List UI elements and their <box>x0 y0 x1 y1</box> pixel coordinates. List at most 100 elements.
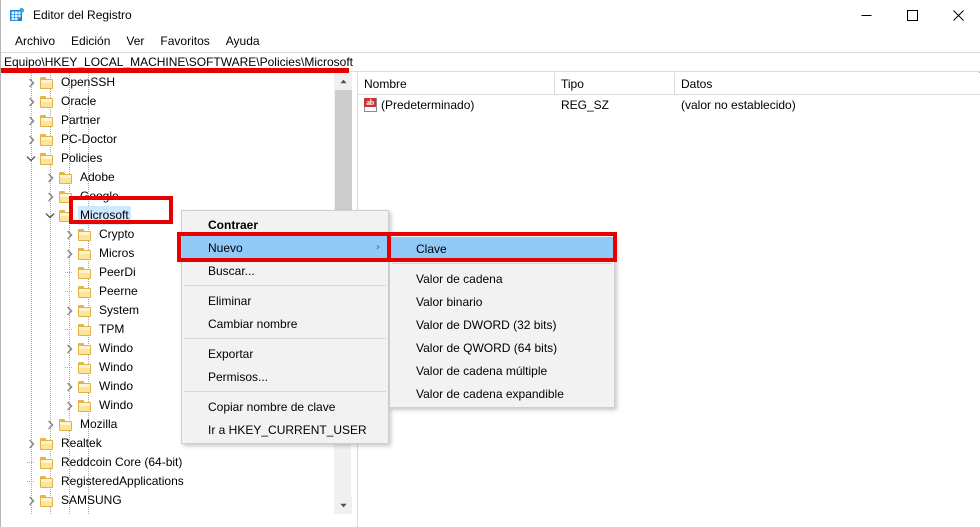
submenu-valor-dword[interactable]: Valor de DWORD (32 bits) <box>390 313 614 336</box>
folder-icon <box>77 379 93 395</box>
chevron-right-icon[interactable] <box>61 244 77 263</box>
menu-archivo[interactable]: Archivo <box>7 31 63 51</box>
ctx-buscar[interactable]: Buscar... <box>182 259 388 282</box>
tree-item-label: Reddcoin Core (64-bit) <box>61 455 183 469</box>
submenu-valor-cadena-multiple[interactable]: Valor de cadena múltiple <box>390 359 614 382</box>
folder-icon <box>39 493 55 509</box>
tree-item-label: RegisteredApplications <box>61 474 184 488</box>
tree-item[interactable]: OpenSSH <box>1 73 335 92</box>
submenu-valor-cadena[interactable]: Valor de cadena <box>390 267 614 290</box>
tree-item-label: Windo <box>99 341 134 355</box>
chevron-right-icon[interactable] <box>61 339 77 358</box>
folder-icon <box>39 436 55 452</box>
scroll-up-button[interactable] <box>335 73 352 90</box>
ctx-eliminar[interactable]: Eliminar <box>182 289 388 312</box>
menu-item-label: Valor binario <box>416 294 483 309</box>
ctx-cambiar-nombre[interactable]: Cambiar nombre <box>182 312 388 335</box>
tree-item[interactable]: Oracle <box>1 92 335 111</box>
ctx-permisos[interactable]: Permisos... <box>182 365 388 388</box>
values-column-header[interactable]: Datos <box>675 73 980 95</box>
tree-item-label: Realtek <box>61 436 102 450</box>
ctx-ir-a-hkcu[interactable]: Ir a HKEY_CURRENT_USER <box>182 418 388 441</box>
submenu-valor-cadena-expandible[interactable]: Valor de cadena expandible <box>390 382 614 405</box>
values-column-header[interactable]: Tipo <box>555 73 675 95</box>
folder-icon <box>39 512 55 514</box>
tree-item-label: Policies <box>61 151 103 165</box>
chevron-right-icon[interactable] <box>42 187 58 206</box>
maximize-button[interactable] <box>889 0 935 30</box>
tree-item[interactable]: Adobe <box>1 168 335 187</box>
tree-leaf-connector <box>61 320 77 339</box>
ctx-nuevo[interactable]: Nuevo › <box>182 236 388 259</box>
tree-leaf-connector <box>61 282 77 301</box>
menu-item-label: Cambiar nombre <box>208 316 298 331</box>
folder-icon <box>58 417 74 433</box>
chevron-right-icon[interactable] <box>61 377 77 396</box>
tree-leaf-connector <box>61 358 77 377</box>
submenu-valor-binario[interactable]: Valor binario <box>390 290 614 313</box>
menu-item-label: Valor de cadena <box>416 271 503 286</box>
submenu-clave[interactable]: Clave <box>390 237 614 260</box>
tree-item[interactable]: SAMSUNG <box>1 491 335 510</box>
tree-item-label: SAMSUNG <box>61 493 122 507</box>
ctx-contraer[interactable]: Contraer <box>182 213 388 236</box>
folder-icon <box>77 322 93 338</box>
chevron-right-icon[interactable] <box>61 225 77 244</box>
values-row[interactable]: ab (Predeterminado) REG_SZ (valor no establ… <box>358 95 980 115</box>
menu-item-label: Valor de cadena múltiple <box>416 363 548 378</box>
ctx-copiar-nombre-clave[interactable]: Copiar nombre de clave <box>182 395 388 418</box>
menu-item-label: Valor de DWORD (32 bits) <box>416 317 557 332</box>
chevron-right-icon[interactable] <box>23 491 39 510</box>
menu-ayuda[interactable]: Ayuda <box>218 31 268 51</box>
tree-item[interactable]: Reddcoin Core (64-bit) <box>1 453 335 472</box>
scroll-down-button[interactable] <box>335 497 352 514</box>
chevron-right-icon[interactable] <box>42 415 58 434</box>
tree-item-label: Micros <box>99 246 135 260</box>
tree-item-label: System <box>99 303 140 317</box>
tree-item-label: PC-Doctor <box>61 132 118 146</box>
ab-string-icon: ab <box>364 97 378 113</box>
submenu-valor-qword[interactable]: Valor de QWORD (64 bits) <box>390 336 614 359</box>
chevron-right-icon[interactable] <box>61 301 77 320</box>
tree-item[interactable]: Partner <box>1 111 335 130</box>
values-column-header[interactable]: Nombre <box>358 73 555 95</box>
menu-favoritos[interactable]: Favoritos <box>152 31 217 51</box>
submenu-arrow-icon: › <box>376 242 380 253</box>
close-button[interactable] <box>935 0 980 30</box>
folder-icon <box>77 284 93 300</box>
tree-item[interactable]: PC-Doctor <box>1 130 335 149</box>
tree-item-label: Oracle <box>61 94 97 108</box>
tree-item[interactable]: RegisteredApplications <box>1 472 335 491</box>
menu-item-label: Copiar nombre de clave <box>208 399 336 414</box>
menu-item-label: Clave <box>416 241 447 256</box>
chevron-right-icon[interactable] <box>23 434 39 453</box>
folder-icon <box>39 94 55 110</box>
ctx-exportar[interactable]: Exportar <box>182 342 388 365</box>
chevron-right-icon[interactable] <box>23 510 39 514</box>
folder-icon <box>58 189 74 205</box>
chevron-down-icon[interactable] <box>23 149 39 168</box>
tree-item[interactable]: Screaming Frog SEO Spider <box>1 510 335 514</box>
folder-icon <box>39 132 55 148</box>
chevron-right-icon[interactable] <box>42 168 58 187</box>
tree-item-label: TPM <box>99 322 125 336</box>
chevron-right-icon[interactable] <box>61 396 77 415</box>
values-cell-nombre-text: (Predeterminado) <box>381 98 475 112</box>
folder-icon <box>39 113 55 129</box>
tree-leaf-connector <box>23 472 39 491</box>
tree-item[interactable]: Policies <box>1 149 335 168</box>
chevron-right-icon[interactable] <box>23 130 39 149</box>
tree-leaf-connector <box>23 453 39 472</box>
menu-bar: Archivo Edición Ver Favoritos Ayuda <box>1 30 980 52</box>
address-bar[interactable]: Equipo\HKEY_LOCAL_MACHINE\SOFTWARE\Polic… <box>1 52 980 72</box>
folder-icon <box>77 227 93 243</box>
minimize-button[interactable] <box>843 0 889 30</box>
folder-icon <box>77 360 93 376</box>
chevron-right-icon[interactable] <box>23 73 39 92</box>
tree-item[interactable]: Google <box>1 187 335 206</box>
chevron-right-icon[interactable] <box>23 111 39 130</box>
chevron-down-icon[interactable] <box>42 206 58 225</box>
menu-edicion[interactable]: Edición <box>63 31 118 51</box>
menu-ver[interactable]: Ver <box>118 31 152 51</box>
chevron-right-icon[interactable] <box>23 92 39 111</box>
